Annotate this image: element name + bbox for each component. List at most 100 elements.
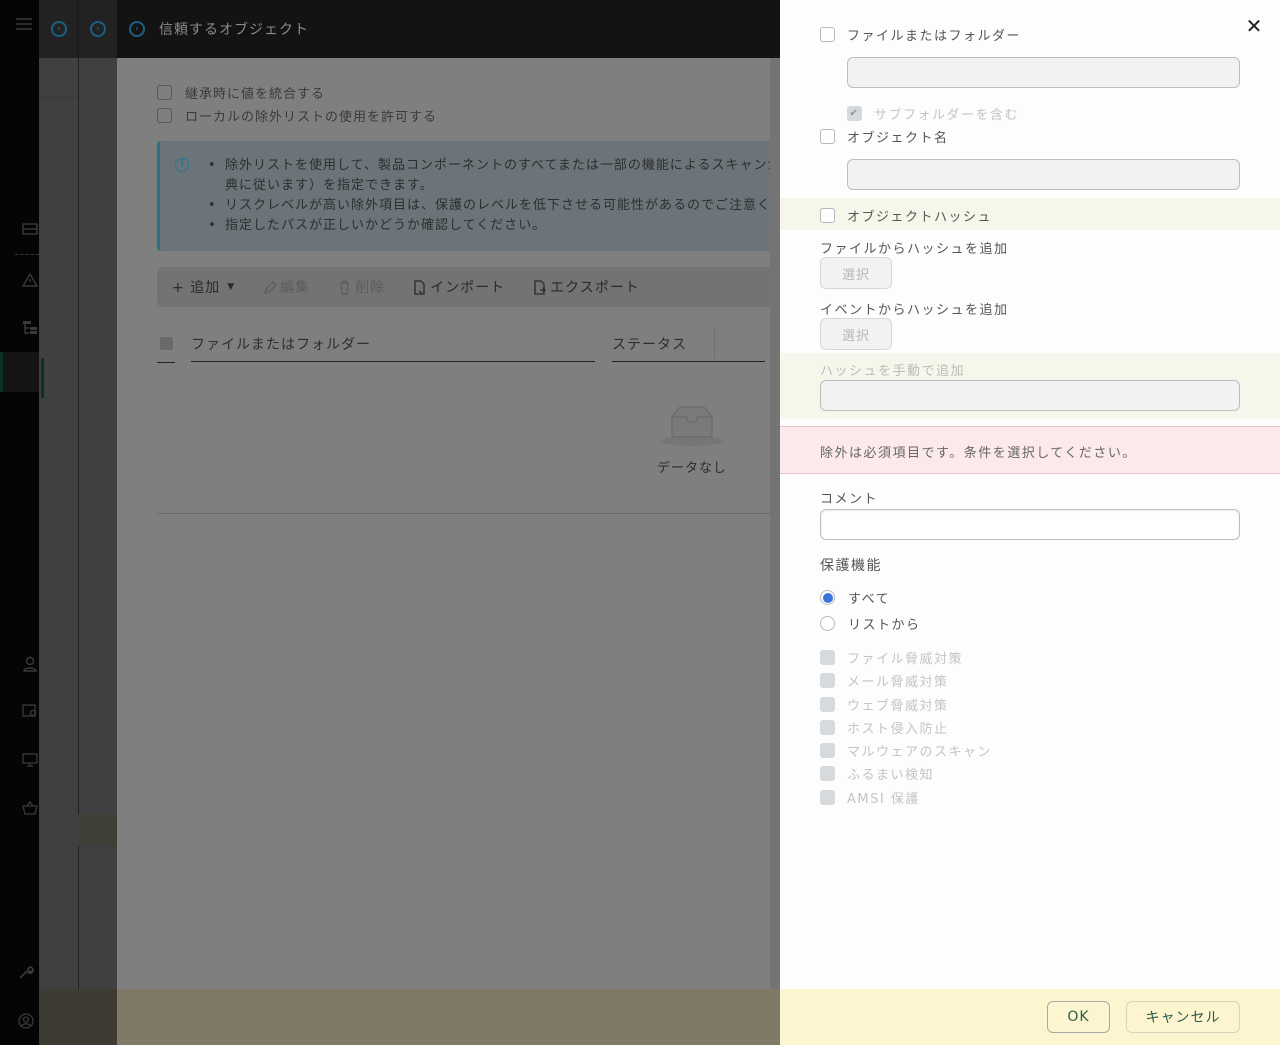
checkbox-box[interactable]: [820, 129, 835, 144]
component-checkbox-file-threat[interactable]: ファイル脅威対策: [820, 648, 963, 667]
checkbox-label: AMSI 保護: [847, 792, 920, 807]
checkbox-box[interactable]: [820, 766, 835, 781]
page-title: 信頼するオブジェクト: [159, 22, 309, 38]
column-header-file-or-folder[interactable]: ファイルまたはフォルダー: [191, 334, 595, 362]
account-icon[interactable]: [18, 1013, 34, 1029]
comment-label: コメント: [820, 492, 879, 507]
info-line: 除外リストを使用して、製品コンポーネントのすべてまたは一部の機能によるスキャンか: [208, 156, 785, 176]
close-icon[interactable]: ✕: [1245, 16, 1263, 36]
component-checkbox-behavior-detection[interactable]: ふるまい検知: [820, 764, 934, 783]
import-label: インポート: [430, 280, 506, 296]
checkbox-label: ファイルまたはフォルダー: [847, 29, 1022, 44]
chevron-right-icon[interactable]: ›: [90, 21, 106, 37]
radio-from-list[interactable]: リストから: [820, 614, 921, 633]
panel-highlight: [78, 814, 117, 846]
checkbox-label: オブジェクト名: [847, 131, 949, 146]
include-subfolders-checkbox[interactable]: ✔ サブフォルダーを含む: [847, 104, 1019, 123]
info-line: 指定したパスが正しいかどうか確認してください。: [208, 216, 785, 236]
table-header: ファイルまたはフォルダー ステータス: [157, 328, 797, 364]
chevron-right-icon[interactable]: ›: [51, 21, 67, 37]
allow-local-exclusions-checkbox[interactable]: ローカルの除外リストの使用を許可する: [157, 106, 437, 125]
checkbox-box[interactable]: [820, 673, 835, 688]
checkbox-label: 継承時に値を統合する: [185, 87, 326, 102]
delete-label: 削除: [355, 280, 386, 296]
checkbox-label: ふるまい検知: [847, 768, 935, 783]
basket-icon[interactable]: [22, 800, 38, 816]
checkbox-box[interactable]: [820, 208, 835, 223]
add-label: + 追加: [172, 280, 221, 296]
checkbox-box[interactable]: [157, 85, 172, 100]
wrench-icon[interactable]: [18, 964, 34, 980]
checkbox-box[interactable]: [820, 697, 835, 712]
checkbox-box[interactable]: [820, 650, 835, 665]
warning-icon[interactable]: [22, 272, 38, 288]
background-footer: [39, 989, 780, 1045]
settings-list-icon[interactable]: [22, 703, 38, 719]
component-checkbox-host-intrusion[interactable]: ホスト侵入防止: [820, 718, 949, 737]
menu-icon[interactable]: [16, 16, 32, 32]
empty-text: データなし: [656, 461, 727, 476]
column-header-status[interactable]: ステータス: [612, 334, 765, 362]
error-text: 除外は必須項目です。条件を選択してください。: [820, 446, 1137, 461]
pencil-icon: [264, 280, 277, 294]
storage-icon[interactable]: [22, 222, 38, 238]
object-name-input[interactable]: [847, 159, 1240, 190]
protection-label: 保護機能: [820, 558, 882, 574]
radio-button[interactable]: [820, 616, 835, 631]
checkbox-box[interactable]: [820, 790, 835, 805]
column-label: ファイルまたはフォルダー: [191, 337, 371, 353]
component-checkbox-amsi[interactable]: AMSI 保護: [820, 788, 920, 807]
chevron-down-icon: ▼: [227, 282, 236, 292]
delete-button[interactable]: 削除: [338, 277, 385, 297]
hash-manual-input[interactable]: [820, 380, 1240, 411]
radio-label: すべて: [848, 592, 891, 607]
comment-input[interactable]: [820, 509, 1240, 540]
radio-button[interactable]: [820, 590, 835, 605]
breadcrumb-panel-1: [39, 0, 78, 1045]
panel-shadow-edge: [770, 58, 780, 989]
select-all-checkbox[interactable]: [160, 337, 173, 350]
component-checkbox-mail-threat[interactable]: メール脅威対策: [820, 671, 949, 690]
panel-footer: OK キャンセル: [780, 989, 1280, 1045]
component-checkbox-web-threat[interactable]: ウェブ脅威対策: [820, 695, 949, 714]
object-name-checkbox[interactable]: オブジェクト名: [820, 127, 949, 146]
rail-active-item[interactable]: [0, 352, 39, 392]
column-label: ステータス: [612, 337, 687, 353]
edit-button[interactable]: 編集: [263, 277, 310, 297]
chevron-right-icon[interactable]: ›: [129, 21, 145, 37]
export-file-icon: [534, 279, 547, 295]
checkbox-label: ホスト侵入防止: [847, 722, 949, 737]
merge-values-checkbox[interactable]: 継承時に値を統合する: [157, 83, 325, 102]
main-content: 継承時に値を統合する ローカルの除外リストの使用を許可する i 除外リストを使用…: [117, 58, 797, 1045]
monitor-icon[interactable]: [22, 752, 38, 768]
user-icon[interactable]: [22, 656, 38, 672]
nav-rail: [0, 0, 39, 1045]
ok-button[interactable]: OK: [1047, 1001, 1110, 1033]
component-checkbox-malware-scan[interactable]: マルウェアのスキャン: [820, 741, 992, 760]
checkbox-box[interactable]: [157, 108, 172, 123]
checkbox-label: ファイル脅威対策: [847, 652, 964, 667]
file-or-folder-input[interactable]: [847, 57, 1240, 88]
file-or-folder-checkbox[interactable]: ファイルまたはフォルダー: [820, 25, 1021, 44]
export-label: エクスポート: [550, 280, 640, 296]
object-hash-checkbox[interactable]: オブジェクトハッシュ: [820, 206, 992, 225]
radio-all[interactable]: すべて: [820, 588, 890, 607]
checkbox-label: サブフォルダーを含む: [874, 108, 1020, 123]
hash-from-event-select-button[interactable]: 選択: [820, 318, 892, 350]
add-button[interactable]: + 追加 ▼: [172, 277, 235, 297]
checkbox-box[interactable]: [820, 720, 835, 735]
checkbox-box[interactable]: [820, 27, 835, 42]
checkbox-label: メール脅威対策: [847, 675, 949, 690]
import-file-icon: [414, 279, 425, 295]
hash-manual-label: ハッシュを手動で追加: [820, 364, 966, 379]
import-button[interactable]: インポート: [413, 277, 505, 297]
checkbox-box[interactable]: ✔: [847, 106, 862, 121]
checkbox-label: ローカルの除外リストの使用を許可する: [185, 110, 438, 125]
hash-from-file-select-button[interactable]: 選択: [820, 257, 892, 289]
hash-from-event-label: イベントからハッシュを追加: [820, 303, 1009, 318]
checkbox-box[interactable]: [820, 743, 835, 758]
cancel-button[interactable]: キャンセル: [1126, 1001, 1240, 1033]
hierarchy-icon[interactable]: [22, 320, 38, 336]
export-button[interactable]: エクスポート: [533, 277, 640, 297]
hash-from-file-label: ファイルからハッシュを追加: [820, 242, 1009, 257]
